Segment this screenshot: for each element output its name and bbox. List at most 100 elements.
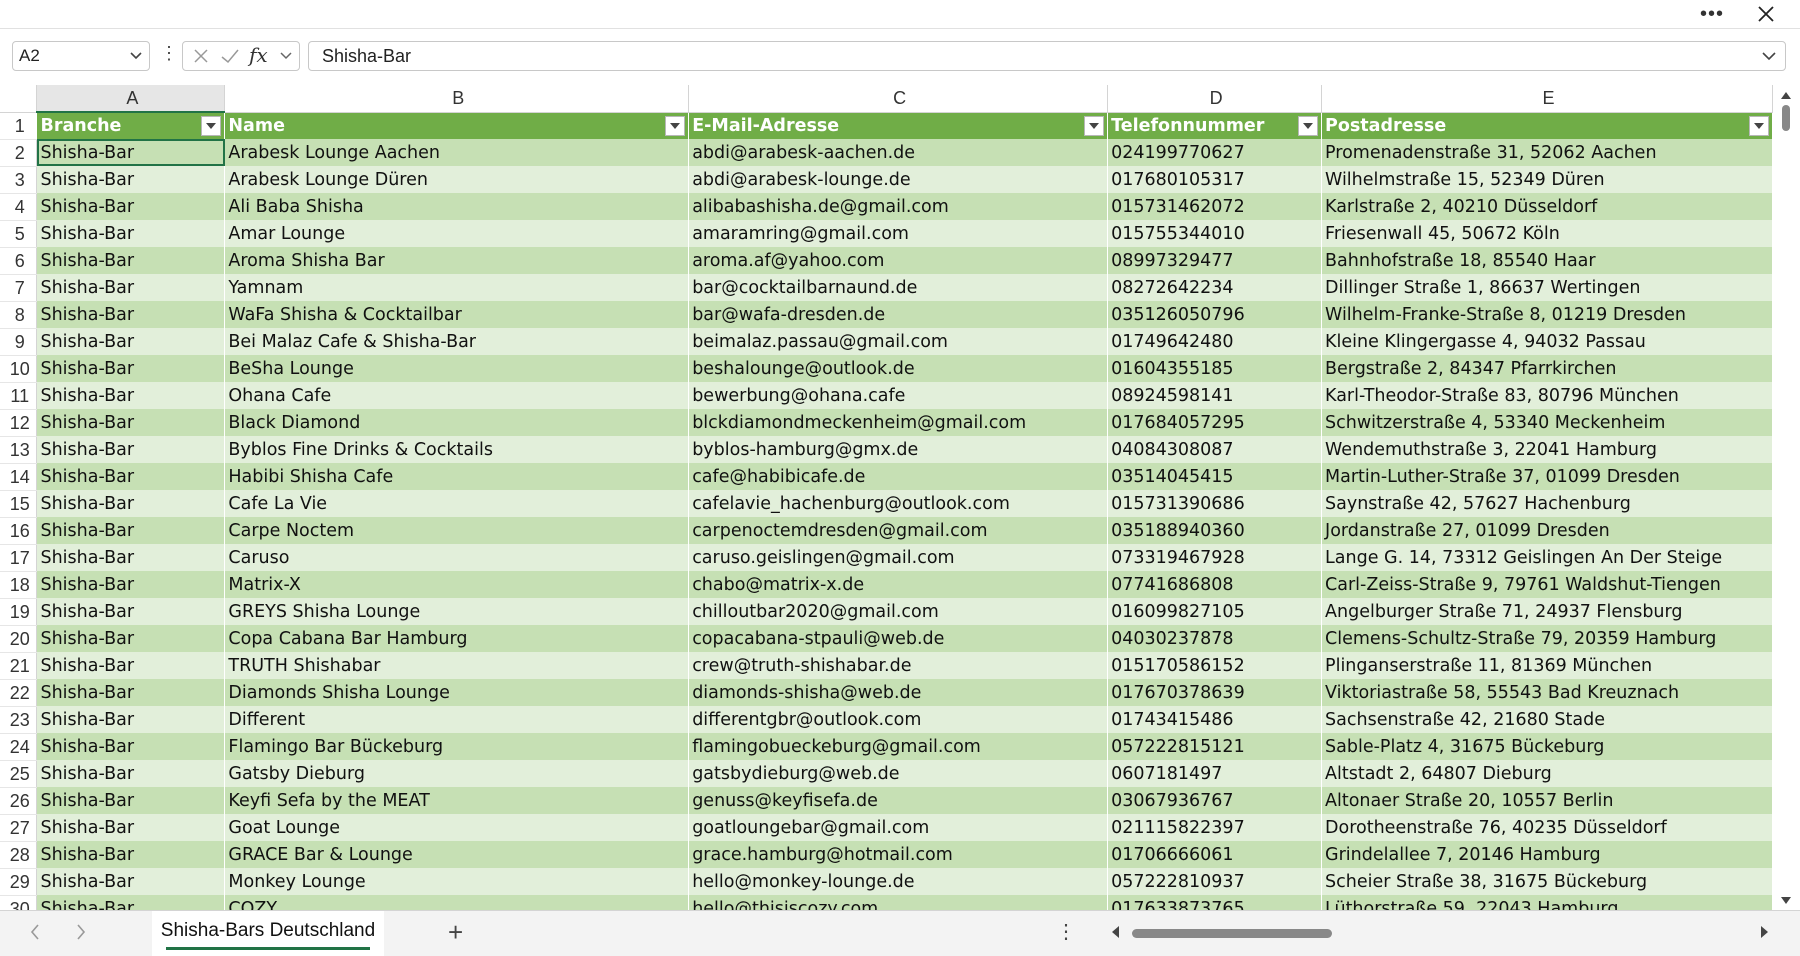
- row-number[interactable]: 14: [0, 463, 38, 491]
- table-cell[interactable]: hello@thisiscozy.com: [688, 895, 1109, 910]
- table-cell[interactable]: 015731462072: [1107, 193, 1323, 220]
- column-header-d[interactable]: D: [1107, 85, 1323, 113]
- table-cell[interactable]: 07741686808: [1107, 571, 1323, 598]
- table-cell[interactable]: Lange G. 14, 73312 Geislingen An Der Ste…: [1321, 544, 1773, 571]
- table-cell[interactable]: GRACE Bar & Lounge: [224, 841, 690, 868]
- select-all-corner[interactable]: [0, 85, 38, 113]
- previous-sheet-icon[interactable]: [28, 921, 42, 948]
- table-cell[interactable]: 01743415486: [1107, 706, 1323, 733]
- table-cell[interactable]: GREYS Shisha Lounge: [224, 598, 690, 625]
- table-cell[interactable]: Lüthorstraße 59, 22043 Hamburg: [1321, 895, 1773, 910]
- table-cell[interactable]: bewerbung@ohana.cafe: [688, 382, 1109, 409]
- chevron-down-icon[interactable]: [279, 42, 293, 75]
- table-cell[interactable]: Wilhelm-Franke-Straße 8, 01219 Dresden: [1321, 301, 1773, 328]
- table-cell[interactable]: Shisha-Bar: [36, 490, 226, 517]
- table-cell[interactable]: Goat Lounge: [224, 814, 690, 841]
- table-cell[interactable]: Angelburger Straße 71, 24937 Flensburg: [1321, 598, 1773, 625]
- table-cell[interactable]: 0607181497: [1107, 760, 1323, 787]
- row-number[interactable]: 15: [0, 490, 38, 518]
- sheet-tab-active[interactable]: Shisha-Bars Deutschland: [152, 911, 384, 956]
- table-cell[interactable]: diamonds-shisha@web.de: [688, 679, 1109, 706]
- table-cell[interactable]: Friesenwall 45, 50672 Köln: [1321, 220, 1773, 247]
- table-cell[interactable]: 035126050796: [1107, 301, 1323, 328]
- row-number[interactable]: 30: [0, 895, 38, 910]
- filter-dropdown-icon[interactable]: [201, 116, 222, 136]
- table-cell[interactable]: Shisha-Bar: [36, 301, 226, 328]
- row-number[interactable]: 25: [0, 760, 38, 788]
- table-cell[interactable]: Wilhelmstraße 15, 52349 Düren: [1321, 166, 1773, 193]
- close-icon[interactable]: [1748, 0, 1784, 28]
- table-cell[interactable]: Scheier Straße 38, 31675 Bückeburg: [1321, 868, 1773, 895]
- table-cell[interactable]: Monkey Lounge: [224, 868, 690, 895]
- formula-input[interactable]: Shisha-Bar: [308, 41, 1786, 71]
- row-number[interactable]: 7: [0, 274, 38, 302]
- table-cell[interactable]: Aroma Shisha Bar: [224, 247, 690, 274]
- row-number[interactable]: 12: [0, 409, 38, 437]
- table-cell[interactable]: 01749642480: [1107, 328, 1323, 355]
- table-cell[interactable]: Shisha-Bar: [36, 193, 226, 220]
- horizontal-scrollbar[interactable]: [1100, 921, 1790, 945]
- next-sheet-icon[interactable]: [74, 921, 88, 948]
- column-header-b[interactable]: B: [224, 85, 690, 113]
- table-cell[interactable]: blckdiamondmeckenheim@gmail.com: [688, 409, 1109, 436]
- table-cell[interactable]: Different: [224, 706, 690, 733]
- table-cell[interactable]: Kleine Klingergasse 4, 94032 Passau: [1321, 328, 1773, 355]
- table-cell[interactable]: Shisha-Bar: [36, 895, 226, 910]
- filter-dropdown-icon[interactable]: [1084, 115, 1105, 136]
- table-cell[interactable]: 017633873765: [1107, 895, 1323, 910]
- table-cell[interactable]: Shisha-Bar: [36, 220, 226, 247]
- table-cell[interactable]: Promenadenstraße 31, 52062 Aachen: [1321, 139, 1773, 166]
- cancel-icon[interactable]: [191, 46, 211, 71]
- row-number[interactable]: 27: [0, 814, 38, 842]
- table-cell[interactable]: beshalounge@outlook.de: [688, 355, 1109, 382]
- table-cell[interactable]: genuss@keyfisefa.de: [688, 787, 1109, 814]
- table-cell[interactable]: differentgbr@outlook.com: [688, 706, 1109, 733]
- table-cell[interactable]: 017670378639: [1107, 679, 1323, 706]
- table-cell[interactable]: Martin-Luther-Straße 37, 01099 Dresden: [1321, 463, 1773, 490]
- table-cell[interactable]: Copa Cabana Bar Hamburg: [224, 625, 690, 652]
- row-number[interactable]: 5: [0, 220, 38, 248]
- table-cell[interactable]: Flamingo Bar Bückeburg: [224, 733, 690, 760]
- filter-dropdown-icon[interactable]: [1749, 115, 1769, 136]
- table-cell[interactable]: Dorotheenstraße 76, 40235 Düsseldorf: [1321, 814, 1773, 841]
- table-cell[interactable]: Byblos Fine Drinks & Cocktails: [224, 436, 690, 463]
- table-cell[interactable]: hello@monkey-lounge.de: [688, 868, 1109, 895]
- table-cell[interactable]: Diamonds Shisha Lounge: [224, 679, 690, 706]
- table-cell[interactable]: aroma.af@yahoo.com: [688, 247, 1109, 274]
- row-number[interactable]: 22: [0, 679, 38, 707]
- row-number[interactable]: 28: [0, 841, 38, 869]
- table-cell[interactable]: beimalaz.passau@gmail.com: [688, 328, 1109, 355]
- row-number[interactable]: 6: [0, 247, 38, 275]
- table-cell[interactable]: Wendemuthstraße 3, 22041 Hamburg: [1321, 436, 1773, 463]
- table-cell[interactable]: 03514045415: [1107, 463, 1323, 490]
- table-cell[interactable]: chilloutbar2020@gmail.com: [688, 598, 1109, 625]
- table-cell[interactable]: Viktoriastraße 58, 55543 Bad Kreuznach: [1321, 679, 1773, 706]
- row-number[interactable]: 21: [0, 652, 38, 680]
- table-cell[interactable]: Schwitzerstraße 4, 53340 Meckenheim: [1321, 409, 1773, 436]
- table-cell[interactable]: copacabana-stpauli@web.de: [688, 625, 1109, 652]
- insert-function-icon[interactable]: fx: [249, 43, 268, 67]
- table-cell[interactable]: 057222815121: [1107, 733, 1323, 760]
- table-cell[interactable]: chabo@matrix-x.de: [688, 571, 1109, 598]
- table-cell[interactable]: Shisha-Bar: [36, 436, 226, 463]
- table-cell[interactable]: Shisha-Bar: [36, 625, 226, 652]
- scroll-up-icon[interactable]: [1780, 87, 1792, 105]
- table-cell[interactable]: BeSha Lounge: [224, 355, 690, 382]
- header-cell[interactable]: Postadresse: [1321, 112, 1773, 139]
- table-cell[interactable]: Cafe La Vie: [224, 490, 690, 517]
- table-cell[interactable]: Shisha-Bar: [36, 679, 226, 706]
- table-cell[interactable]: Ali Baba Shisha: [224, 193, 690, 220]
- table-cell[interactable]: flamingobueckeburg@gmail.com: [688, 733, 1109, 760]
- table-cell[interactable]: Sachsenstraße 42, 21680 Stade: [1321, 706, 1773, 733]
- table-cell[interactable]: 04030237878: [1107, 625, 1323, 652]
- table-cell[interactable]: 024199770627: [1107, 139, 1323, 166]
- table-cell[interactable]: 03067936767: [1107, 787, 1323, 814]
- table-cell[interactable]: Bergstraße 2, 84347 Pfarrkirchen: [1321, 355, 1773, 382]
- row-number[interactable]: 19: [0, 598, 38, 626]
- table-cell[interactable]: 017680105317: [1107, 166, 1323, 193]
- table-cell[interactable]: 015731390686: [1107, 490, 1323, 517]
- row-number[interactable]: 1: [0, 112, 38, 140]
- table-cell[interactable]: Shisha-Bar: [36, 517, 226, 544]
- row-number[interactable]: 3: [0, 166, 38, 194]
- table-cell[interactable]: 015755344010: [1107, 220, 1323, 247]
